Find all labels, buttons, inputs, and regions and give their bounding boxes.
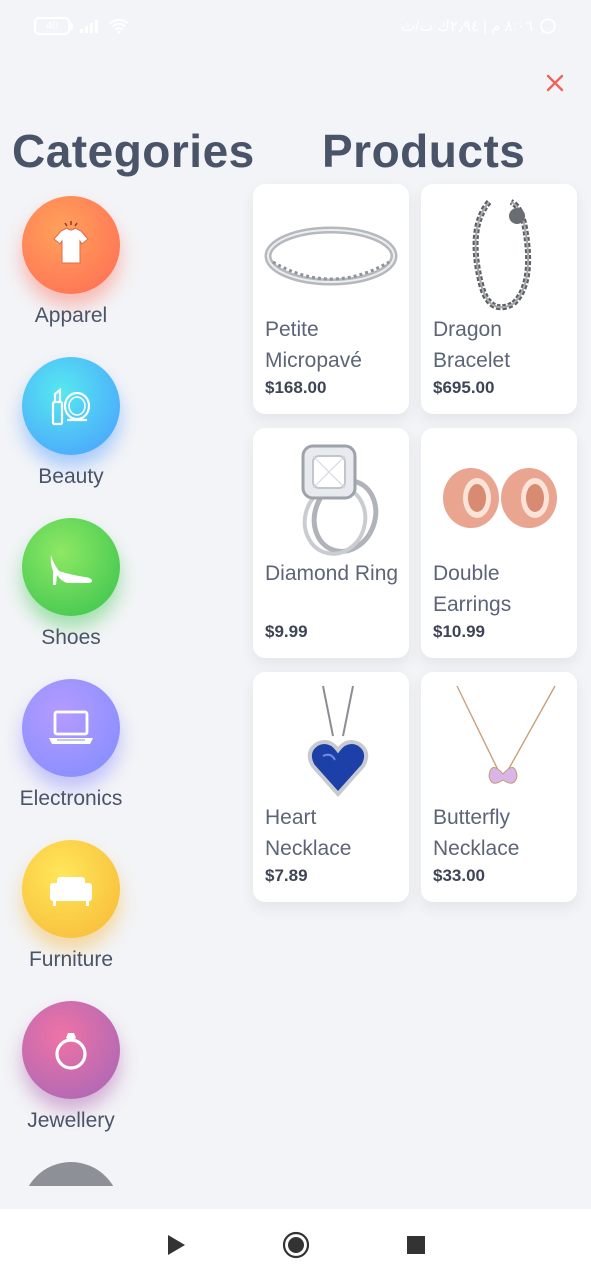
band-ring-icon <box>264 226 398 286</box>
categories-title: Categories <box>12 125 255 177</box>
earrings-icon <box>443 468 557 528</box>
back-button[interactable] <box>161 1230 191 1260</box>
category-more[interactable] <box>0 1152 142 1186</box>
home-circle-icon <box>282 1231 309 1258</box>
status-left: 40 <box>34 17 130 35</box>
category-jewellery[interactable]: Jewellery <box>0 991 142 1152</box>
category-circle <box>22 840 120 938</box>
category-circle <box>22 1001 120 1099</box>
bracelet-icon <box>472 199 532 311</box>
product-card-diamond-ring[interactable]: Diamond Ring $9.99 <box>253 428 409 658</box>
product-price: $10.99 <box>433 622 485 641</box>
product-price: $7.89 <box>265 866 308 885</box>
products-title: Products <box>322 125 526 177</box>
whatsapp-icon <box>540 18 556 34</box>
sofa-icon <box>50 877 92 906</box>
category-beauty[interactable]: Beauty <box>0 347 142 508</box>
product-name: Petite Micropavé <box>265 318 362 372</box>
product-name: Butterfly Necklace <box>433 806 520 860</box>
play-back-icon <box>167 1234 185 1255</box>
butterfly-necklace-icon <box>456 685 556 784</box>
product-name: Heart Necklace <box>265 806 352 860</box>
wifi-icon <box>109 18 129 34</box>
status-time: ٨:٠٦ م | ٢٫٩٤ك ب/ث <box>400 18 533 35</box>
product-card-double-earrings[interactable]: Double Earrings $10.99 <box>421 428 577 658</box>
status-right: ٨:٠٦ م | ٢٫٩٤ك ب/ث <box>401 17 557 35</box>
close-icon <box>546 74 564 92</box>
square-icon <box>406 1235 425 1254</box>
product-image <box>253 184 409 316</box>
product-price: $695.00 <box>433 378 495 397</box>
heel-shoe-icon <box>50 555 92 585</box>
product-image <box>421 672 577 804</box>
category-label: Shoes <box>41 626 101 649</box>
product-name: Diamond Ring <box>265 562 399 585</box>
category-electronics[interactable]: Electronics <box>0 669 142 830</box>
battery-icon: 40 <box>34 17 73 35</box>
category-label: Furniture <box>28 948 114 971</box>
product-card-heart-necklace[interactable]: Heart Necklace $7.89 <box>253 672 409 902</box>
product-card-dragon-bracelet[interactable]: Dragon Bracelet $695.00 <box>421 184 577 414</box>
product-image <box>253 672 409 804</box>
laptop-icon <box>49 710 93 744</box>
diamond-ring-icon <box>301 444 379 556</box>
product-name: Dragon Bracelet <box>433 318 511 372</box>
makeup-icon <box>51 387 91 426</box>
recents-button[interactable] <box>401 1230 431 1260</box>
product-price: $168.00 <box>265 378 327 397</box>
battery-level: 40 <box>45 20 59 32</box>
category-circle <box>22 357 120 455</box>
category-circle <box>22 196 120 294</box>
category-apparel[interactable]: Apparel <box>0 186 142 347</box>
category-label: Beauty <box>38 465 104 488</box>
category-shoes[interactable]: Shoes <box>0 508 142 669</box>
home-button[interactable] <box>281 1230 311 1260</box>
system-nav-bar <box>0 1209 591 1280</box>
category-label: Apparel <box>34 304 108 327</box>
category-circle <box>22 518 120 616</box>
heart-necklace-icon <box>307 685 369 798</box>
product-name: Double Earrings <box>433 562 512 616</box>
category-circle <box>22 1162 120 1186</box>
product-price: $33.00 <box>433 866 485 885</box>
shirt-icon <box>53 221 89 264</box>
status-bar: 40 ٨:٠٦ م | ٢٫٩٤ك ب/ث <box>0 0 591 52</box>
ring-icon <box>55 1033 87 1070</box>
close-button[interactable] <box>540 68 570 98</box>
product-card-petite-micropave[interactable]: Petite Micropavé $168.00 <box>253 184 409 414</box>
product-image <box>421 428 577 560</box>
product-image <box>421 184 577 316</box>
product-image <box>253 428 409 560</box>
category-circle <box>22 679 120 777</box>
category-label: Jewellery <box>27 1109 115 1132</box>
product-price: $9.99 <box>265 622 308 641</box>
category-label: Electronics <box>19 787 123 810</box>
signal-icon <box>80 19 98 33</box>
categories-list[interactable]: Apparel Beauty Shoes Electronics Furnitu… <box>0 186 142 1186</box>
category-furniture[interactable]: Furniture <box>0 830 142 991</box>
product-card-butterfly-necklace[interactable]: Butterfly Necklace $33.00 <box>421 672 577 902</box>
